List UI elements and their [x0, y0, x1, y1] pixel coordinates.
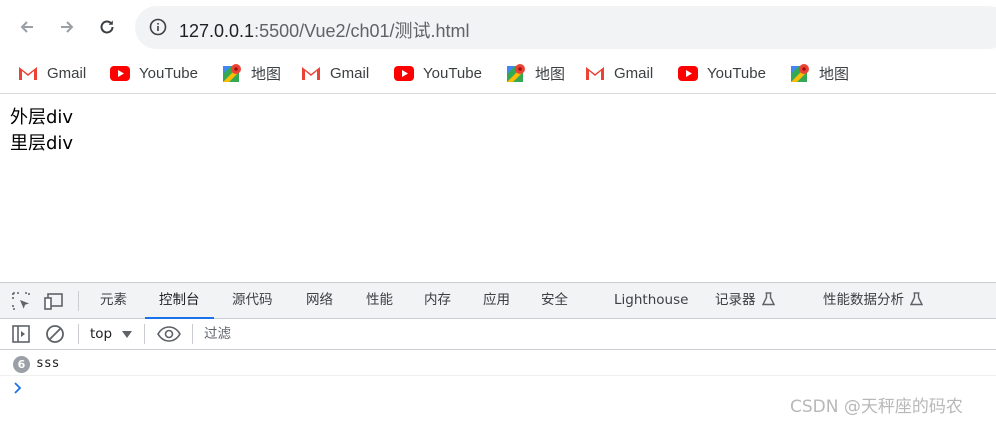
bookmark-label: 地图 — [251, 65, 282, 83]
bookmark-label: 地图 — [535, 65, 566, 83]
arrow-left-icon — [20, 21, 33, 33]
device-toolbar-icon[interactable] — [44, 290, 66, 312]
flask-icon — [761, 292, 775, 306]
bookmark-youtube[interactable]: YouTube — [678, 62, 766, 84]
context-label: top — [90, 326, 113, 342]
youtube-icon — [110, 63, 130, 83]
bookmark-youtube[interactable]: YouTube — [394, 62, 482, 84]
chevron-down-icon — [122, 330, 133, 338]
tab-elements[interactable]: 元素 — [100, 283, 127, 318]
back-button[interactable] — [12, 12, 42, 42]
bookmark-maps[interactable]: 地图 — [790, 62, 849, 84]
console-message: 6 sss — [0, 353, 996, 376]
tab-network[interactable]: 网络 — [306, 283, 333, 318]
bookmark-label: 地图 — [819, 65, 850, 83]
bookmark-maps[interactable]: 地图 — [222, 62, 281, 84]
outer-div: 外层div — [10, 107, 74, 128]
bookmark-label: YouTube — [139, 64, 198, 82]
browser-toolbar: 127.0.0.1:5500/Vue2/ch01/测试.html — [0, 0, 996, 54]
console-prompt[interactable] — [13, 380, 25, 394]
flask-icon — [910, 292, 923, 306]
address-bar[interactable]: 127.0.0.1:5500/Vue2/ch01/测试.html — [135, 6, 996, 49]
gmail-icon — [18, 63, 38, 83]
arrow-right-icon — [61, 21, 74, 33]
tab-performance-insights-label: 性能数据分析 — [823, 292, 904, 308]
bookmark-label: YouTube — [707, 64, 766, 82]
url-path: :5500/Vue2/ch01/测试.html — [254, 21, 470, 41]
info-icon[interactable] — [149, 18, 167, 36]
youtube-icon — [394, 63, 414, 83]
repeat-count-badge: 6 — [13, 356, 30, 373]
bookmark-label: Gmail — [330, 64, 370, 82]
bookmark-label: YouTube — [423, 64, 482, 82]
bookmark-gmail[interactable]: Gmail — [301, 62, 369, 84]
tab-performance[interactable]: 性能 — [366, 283, 393, 318]
gmail-icon — [301, 63, 321, 83]
tab-sources[interactable]: 源代码 — [232, 283, 273, 318]
tab-recorder-label: 记录器 — [715, 292, 756, 308]
bookmark-gmail[interactable]: Gmail — [585, 62, 653, 84]
tab-application[interactable]: 应用 — [483, 283, 510, 318]
console-toolbar: top — [0, 319, 996, 350]
bookmarks-bar: Gmail YouTube 地图 Gmail YouTube 地图 Gmail … — [0, 54, 996, 94]
bookmark-youtube[interactable]: YouTube — [110, 62, 198, 84]
tab-memory[interactable]: 内存 — [424, 283, 451, 318]
forward-button[interactable] — [52, 12, 82, 42]
youtube-icon — [678, 63, 698, 83]
chevron-right-icon — [14, 382, 22, 394]
console-filter-input[interactable] — [200, 323, 988, 345]
context-select[interactable]: top — [90, 324, 133, 344]
bookmark-gmail[interactable]: Gmail — [18, 62, 86, 84]
console-message-text: sss — [36, 356, 60, 371]
eye-icon[interactable] — [157, 323, 181, 345]
reload-button[interactable] — [92, 12, 122, 42]
gmail-icon — [585, 63, 605, 83]
maps-icon — [790, 63, 810, 83]
tab-security[interactable]: 安全 — [541, 283, 568, 318]
tab-performance-insights[interactable]: 性能数据分析 — [823, 283, 923, 318]
inner-div: 里层div — [10, 133, 74, 154]
bookmark-maps[interactable]: 地图 — [506, 62, 565, 84]
url-text[interactable]: 127.0.0.1:5500/Vue2/ch01/测试.html — [179, 17, 470, 43]
tab-recorder[interactable]: 记录器 — [715, 283, 775, 318]
page-content: 外层div 里层div — [10, 105, 73, 157]
tab-lighthouse[interactable]: Lighthouse — [614, 283, 688, 318]
bookmark-label: Gmail — [47, 64, 87, 82]
bookmark-label: Gmail — [614, 64, 654, 82]
devtools-tabbar: 元素 控制台 源代码 网络 性能 内存 应用 安全 Lighthouse 记录器… — [0, 283, 996, 319]
maps-icon — [222, 63, 242, 83]
inspect-element-icon[interactable] — [10, 290, 32, 312]
maps-icon — [506, 63, 526, 83]
watermark: CSDN @天秤座的码农 — [790, 397, 963, 417]
tab-console[interactable]: 控制台 — [145, 283, 213, 319]
sidebar-toggle-icon[interactable] — [10, 323, 32, 345]
reload-icon — [100, 20, 114, 34]
clear-console-icon[interactable] — [44, 323, 66, 345]
url-host: 127.0.0.1 — [179, 21, 255, 41]
